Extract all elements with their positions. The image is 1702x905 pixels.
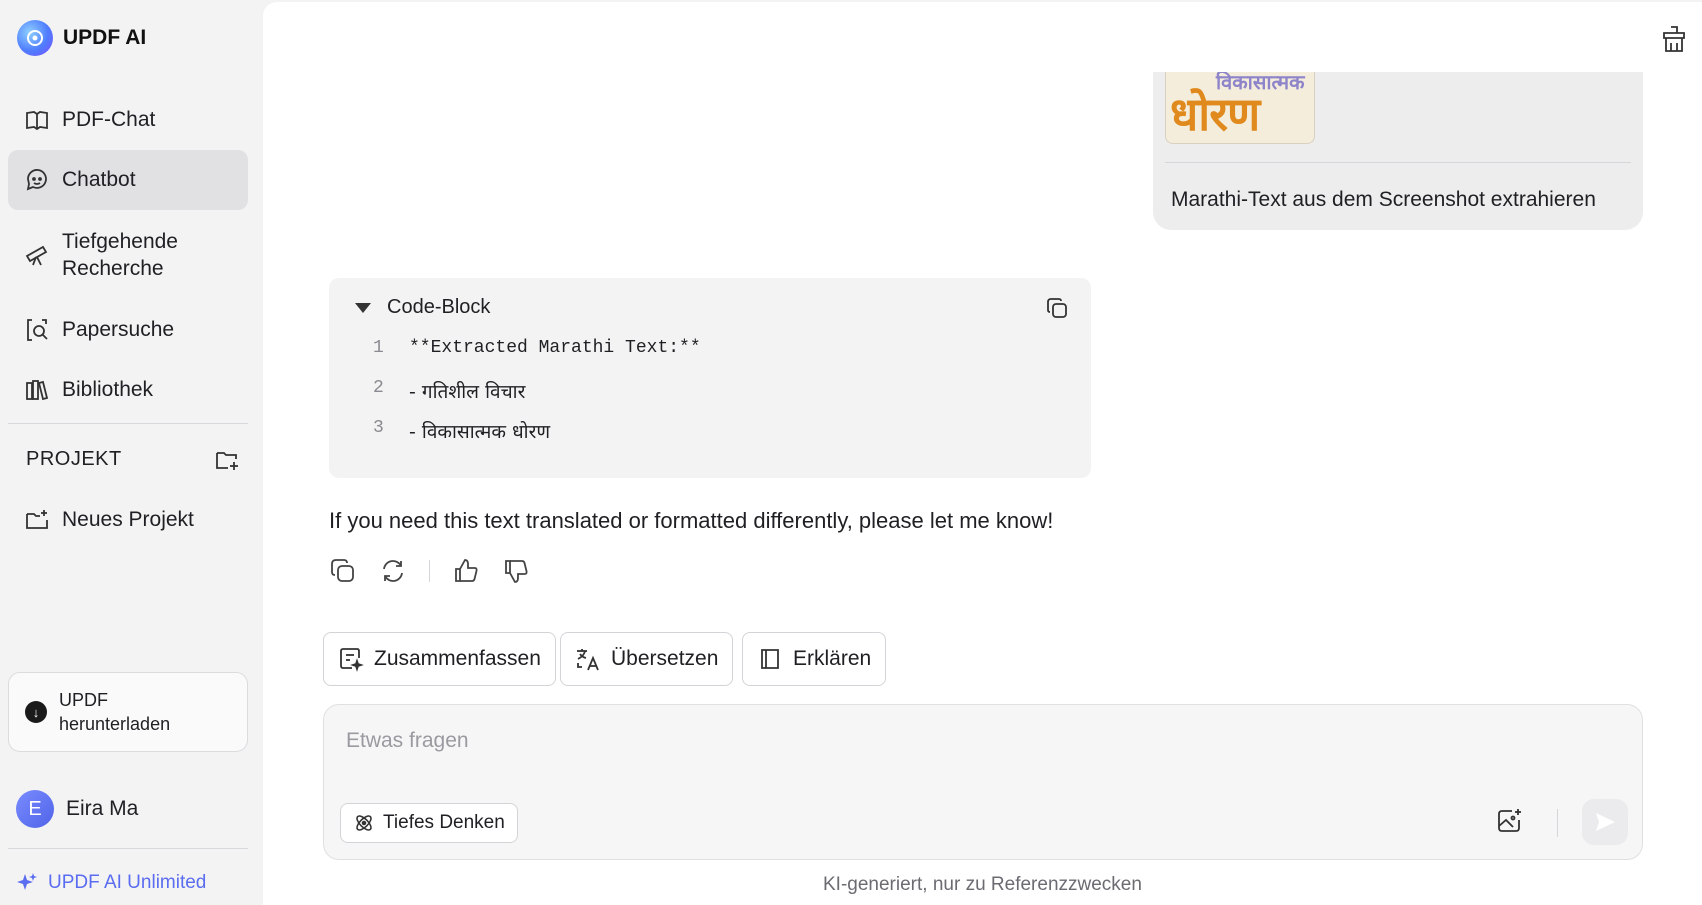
line-number: 1 [373,338,384,358]
new-project-button[interactable]: Neues Projekt [8,490,248,550]
sidebar-item-deep-research[interactable]: Tiefgehende Recherche [8,215,248,295]
code-line: 1 **Extracted Marathi Text:** [373,338,701,358]
summarize-button[interactable]: Zusammenfassen [323,632,556,686]
response-actions [329,557,530,585]
translate-icon [577,649,599,671]
disclaimer-text: KI-generiert, nur zu Referenzzwecken [823,874,1142,895]
new-folder-icon [26,510,48,529]
new-project-label: Neues Projekt [62,508,194,531]
explain-label: Erklären [793,647,872,670]
add-folder-icon[interactable] [214,447,240,473]
line-number: 2 [373,378,384,398]
summarize-icon [340,648,364,672]
sparkle-icon [17,873,37,890]
bubble-divider [1165,162,1631,163]
translate-label: Übersetzen [611,647,719,670]
chat-panel: विकासात्मक धोरण Marathi-Text aus dem Scr… [263,2,1702,905]
clear-chat-icon[interactable] [1660,24,1688,54]
sidebar-item-label: Tiefgehende Recherche [62,230,178,280]
sidebar-item-paper-search[interactable]: Papersuche [8,300,248,360]
plan-label: UPDF AI Unlimited [48,872,207,893]
user-message-text: Marathi-Text aus dem Screenshot extrahie… [1171,188,1596,211]
updf-ai-logo-icon [17,20,53,56]
user-message: विकासात्मक धोरण Marathi-Text aus dem Scr… [1153,72,1643,230]
deep-think-label: Tiefes Denken [383,812,505,833]
line-number: 3 [373,418,384,438]
project-section-label: PROJEKT [26,448,122,470]
paper-search-icon [27,319,48,341]
sidebar-item-library[interactable]: Bibliothek [8,360,248,420]
composer: Tiefes Denken [323,704,1643,860]
plan-link[interactable]: UPDF AI Unlimited [16,872,206,894]
thumbs-down-icon[interactable] [502,557,530,585]
ask-input[interactable] [346,725,1346,757]
download-updf-button[interactable]: ↓ UPDF herunterladen [8,672,248,752]
sidebar-item-pdf-chat[interactable]: PDF-Chat [8,90,248,150]
telescope-icon [25,245,48,266]
summarize-label: Zusammenfassen [374,647,541,670]
sidebar-divider [8,848,248,849]
composer-divider [1557,809,1558,837]
sidebar-item-label: PDF-Chat [62,108,156,131]
send-button[interactable] [1582,799,1628,845]
download-icon: ↓ [25,701,47,723]
sidebar: UPDF AI PDF-Chat Chatbot Tiefgehende Rec… [0,0,263,905]
copy-icon[interactable] [329,557,357,585]
brand[interactable]: UPDF AI [17,20,146,56]
chatbot-icon [26,169,47,191]
caret-down-icon [355,302,371,313]
copy-code-icon[interactable] [1045,296,1069,320]
sidebar-item-label: Papersuche [62,318,175,341]
library-icon [26,380,49,401]
sidebar-item-label: Chatbot [62,168,136,191]
code-line: 2 - गतिशील विचार [373,378,525,404]
regenerate-icon[interactable] [379,557,407,585]
actions-divider [429,560,430,582]
user-profile[interactable]: E Eira Ma [16,790,138,828]
app-name: UPDF AI [63,26,147,49]
code-text: - विकासात्मक धोरण [409,421,551,443]
book-open-icon [26,111,48,131]
thumbnail-text-big: धोरण [1170,87,1260,141]
sidebar-divider [8,423,248,424]
send-icon [1596,813,1615,831]
deep-think-toggle[interactable]: Tiefes Denken [340,803,518,843]
book-icon [761,649,779,669]
download-label: UPDF herunterladen [59,690,171,734]
code-line: 3 - विकासात्मक धोरण [373,418,550,444]
code-block-title: Code-Block [387,296,491,318]
code-text: **Extracted Marathi Text:** [409,338,701,358]
user-name: Eira Ma [66,797,139,820]
sidebar-item-chatbot[interactable]: Chatbot [8,150,248,210]
code-block-toggle[interactable]: Code-Block [355,296,490,319]
assistant-response-text: If you need this text translated or form… [329,508,1054,533]
thumbs-up-icon[interactable] [452,557,480,585]
add-image-icon[interactable] [1496,807,1524,835]
code-block: Code-Block 1 **Extracted Marathi Text:**… [329,278,1091,478]
code-text: - गतिशील विचार [409,381,526,403]
screenshot-thumbnail[interactable]: विकासात्मक धोरण [1165,72,1315,144]
avatar: E [16,790,54,828]
atom-icon [356,815,372,831]
explain-button[interactable]: Erklären [742,632,887,686]
translate-button[interactable]: Übersetzen [560,632,734,686]
sidebar-item-label: Bibliothek [62,378,154,401]
